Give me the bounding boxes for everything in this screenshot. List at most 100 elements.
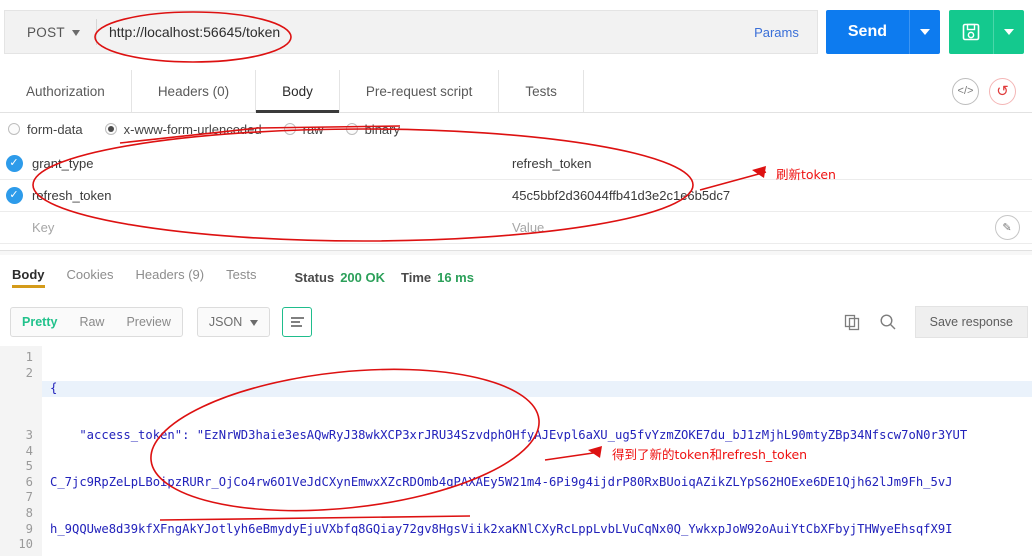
view-mode-label: Preview [126,315,171,329]
radio-icon-selected [104,123,117,135]
tab-authorization[interactable]: Authorization [0,70,132,112]
response-tab-label: Cookies [66,266,114,282]
line-number-continuation [0,397,42,413]
chevron-down-icon [250,320,259,326]
http-method-select[interactable]: POST [5,10,96,54]
line-number-continuation [0,412,42,428]
code-content: { "access_token": "EzNrWD3haie3esAQwRyJ3… [42,346,1032,556]
send-button-group: Send [825,10,940,54]
edit-pencil-icon[interactable]: ✎ [994,215,1020,240]
key-input-grant-type[interactable] [28,156,508,171]
table-row: ✓ [0,180,1032,212]
chevron-down-icon [71,30,80,36]
code-line: "access_token": "EzNrWD3haie3esAQwRyJ38w… [50,427,968,442]
radio-icon [345,123,358,135]
value-input-grant-type[interactable] [508,156,982,171]
chevron-down-icon [1004,29,1014,35]
http-method-label: POST [27,24,65,40]
request-tabs: Authorization Headers (0) Body Pre-reque… [0,70,1032,113]
save-response-button[interactable]: Save response [914,306,1028,338]
code-brackets-icon[interactable]: </> [952,77,979,105]
view-mode-preview[interactable]: Preview [115,308,181,336]
radio-icon [283,123,296,135]
response-tab-headers[interactable]: Headers (9) [135,267,204,288]
chevron-down-icon [920,29,930,35]
body-key-value-table: ✓ ✓ ✎ [0,148,1032,244]
copy-icon[interactable] [844,314,861,331]
radio-label: x-www-form-urlencoded [123,121,262,137]
save-button-group [949,10,1024,54]
radio-label: binary [364,121,400,137]
radio-raw[interactable]: raw [283,121,324,137]
line-number: 5 [25,459,33,474]
view-mode-raw[interactable]: Raw [68,308,115,336]
request-url-bar: POST Params Send [0,6,1032,58]
view-mode-pretty[interactable]: Pretty [11,308,68,336]
search-icon[interactable] [879,313,897,331]
response-format-select[interactable]: JSON [196,307,271,337]
time-meta: Time 16 ms [401,270,474,285]
response-tab-label: Tests [226,266,257,282]
line-number: 10 [18,537,33,552]
response-format-label: JSON [208,315,243,329]
line-number: 7 [25,490,33,505]
response-tab-tests[interactable]: Tests [226,267,256,288]
tab-body[interactable]: Body [256,70,340,113]
key-input-empty[interactable] [28,220,508,235]
line-number-continuation [0,381,42,397]
status-meta: Status 200 OK [294,270,385,285]
radio-x-www-form-urlencoded[interactable]: x-www-form-urlencoded [104,121,262,137]
line-number: 8 [25,505,33,520]
table-row-empty: ✎ [0,212,1032,244]
reset-undo-glyph: ↺ [996,83,1009,100]
row-checkbox-refresh-token[interactable]: ✓ [0,187,28,204]
tab-label: Pre-request script [365,83,473,99]
response-tab-label: Headers (9) [135,266,205,282]
view-mode-group: Pretty Raw Preview [10,307,183,337]
response-tab-cookies[interactable]: Cookies [67,267,114,288]
url-input[interactable] [96,11,737,53]
send-options-button[interactable] [909,10,940,54]
params-button[interactable]: Params [736,25,817,40]
response-tab-body[interactable]: Body [12,267,45,288]
line-number: 1 [25,350,33,364]
code-line: C_7jc9RpZeLpLBoipzRURr_OjCo4rw6O1VeJdCXy… [50,474,953,489]
response-tab-label: Body [12,266,45,282]
copy-glyph [844,314,859,330]
floppy-disk-icon [962,23,980,41]
tab-label: Authorization [26,83,105,99]
checkmark-icon: ✓ [5,187,23,204]
tab-tests[interactable]: Tests [499,70,584,112]
radio-label: raw [302,121,324,137]
table-row: ✓ [0,148,1032,180]
body-type-radio-group: form-data x-www-form-urlencoded raw bina… [0,116,1032,142]
status-badge: 200 OK [340,269,385,285]
save-options-button[interactable] [993,10,1024,54]
tab-headers[interactable]: Headers (0) [132,70,257,112]
response-header: Body Cookies Headers (9) Tests Status 20… [0,260,1032,294]
code-line: { [42,381,1032,397]
tab-label: Tests [525,83,557,99]
response-body-code[interactable]: 1 2 3 4 5 6 7 8 9 10 { "access_token": "… [0,346,1032,556]
value-input-refresh-token[interactable] [508,188,982,203]
save-button[interactable] [949,10,993,54]
row-checkbox-grant-type[interactable]: ✓ [0,155,28,172]
view-mode-label: Raw [79,315,105,329]
radio-binary[interactable]: binary [345,121,400,137]
reset-undo-icon[interactable]: ↺ [989,77,1016,105]
tab-pre-request-script[interactable]: Pre-request script [340,70,500,112]
value-input-empty[interactable] [508,220,982,235]
line-number: 6 [25,474,33,489]
key-input-refresh-token[interactable] [28,188,508,203]
url-field-group: POST Params [4,10,818,54]
radio-label: form-data [27,121,83,137]
row-actions: ✎ [982,215,1032,240]
time-label: Time [401,269,432,285]
send-button[interactable]: Send [825,10,909,54]
pane-splitter[interactable] [0,250,1032,255]
checkmark-icon: ✓ [5,155,23,172]
wrap-lines-icon[interactable] [282,307,313,337]
radio-icon [8,123,20,135]
line-number: 4 [25,443,33,458]
radio-form-data[interactable]: form-data [8,122,83,137]
